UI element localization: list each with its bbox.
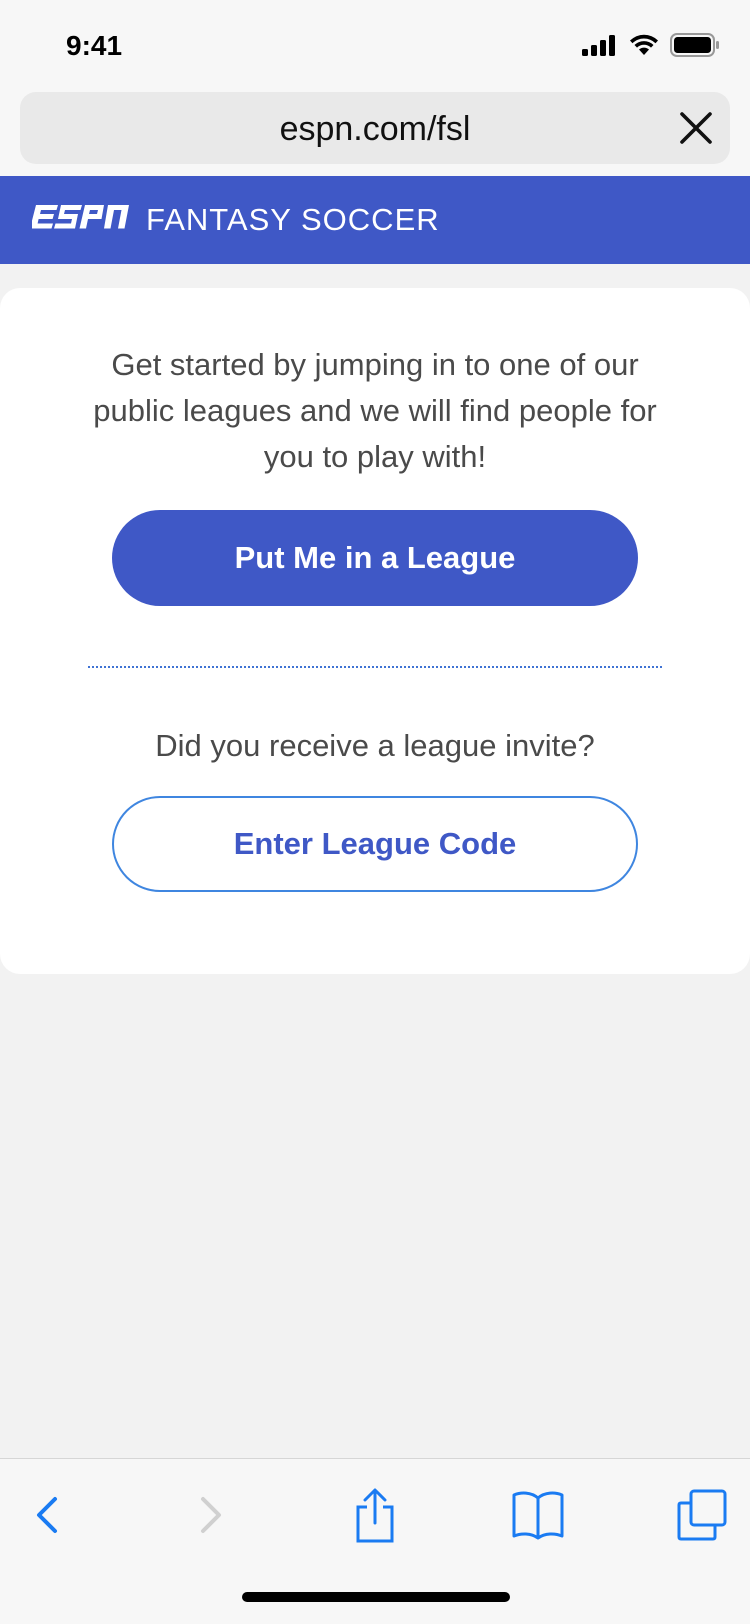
- tabs-icon[interactable]: [672, 1487, 732, 1543]
- divider: [88, 666, 662, 668]
- share-icon[interactable]: [345, 1487, 405, 1543]
- back-icon[interactable]: [18, 1487, 78, 1543]
- put-me-in-league-button[interactable]: Put Me in a League: [112, 510, 638, 606]
- header-title: FANTASY SOCCER: [146, 202, 440, 237]
- home-indicator: [242, 1592, 510, 1602]
- espn-header: FANTASY SOCCER: [0, 176, 750, 264]
- invite-question: Did you receive a league invite?: [155, 728, 595, 763]
- forward-icon[interactable]: [180, 1487, 240, 1543]
- address-bar[interactable]: espn.com/fsl: [20, 92, 730, 164]
- browser-address-area: espn.com/fsl: [0, 90, 750, 176]
- league-card: Get started by jumping in to one of our …: [0, 288, 750, 974]
- status-icons: [582, 33, 720, 62]
- espn-logo[interactable]: [30, 205, 132, 238]
- battery-icon: [670, 33, 720, 62]
- bookmarks-icon[interactable]: [508, 1487, 568, 1543]
- enter-league-code-button[interactable]: Enter League Code: [112, 796, 638, 892]
- status-time: 9:41: [66, 30, 123, 61]
- wifi-icon: [628, 33, 660, 62]
- status-bar: 9:41: [0, 0, 750, 90]
- close-icon[interactable]: [678, 110, 714, 146]
- intro-text: Get started by jumping in to one of our …: [93, 347, 657, 474]
- signal-icon: [582, 34, 618, 61]
- url-text[interactable]: espn.com/fsl: [20, 110, 730, 149]
